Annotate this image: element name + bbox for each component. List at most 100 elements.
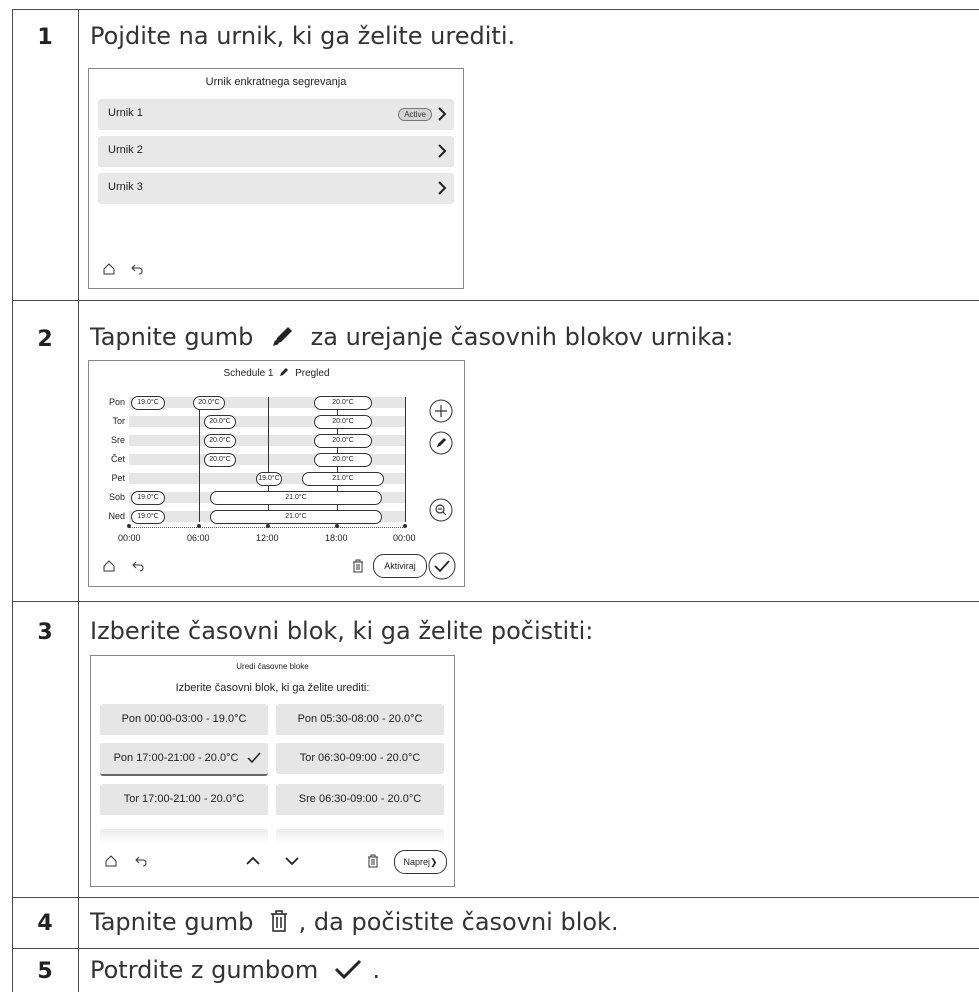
time-block-item[interactable]: Pon 00:00-03:00 - 19.0°C (100, 704, 268, 735)
step-text-after: , da počistite časovni blok. (298, 908, 619, 936)
home-icon[interactable] (102, 559, 116, 573)
zoom-icon[interactable] (429, 498, 453, 522)
time-block-item[interactable]: Sre 06:30-09:00 - 20.0°C (276, 784, 444, 815)
time-block-label: Tor 06:30-09:00 - 20.0°C (299, 752, 421, 764)
time-block[interactable]: 20.0°C (204, 434, 236, 448)
step-text-after: za urejanje časovnih blokov urnika: (310, 323, 734, 351)
time-block[interactable]: 20.0°C (193, 396, 225, 410)
day-label: Pon (108, 397, 125, 407)
time-block-item-partial (276, 829, 444, 843)
time-block[interactable]: 21.0°C (302, 472, 384, 486)
check-icon (334, 959, 361, 980)
time-axis-label: 06:00 (187, 533, 210, 543)
time-block[interactable]: 20.0°C (314, 415, 372, 429)
time-block[interactable]: 21.0°C (210, 510, 382, 524)
back-icon[interactable] (134, 855, 148, 867)
list-item-urnik-2[interactable]: Urnik 2 (98, 136, 454, 167)
time-block-label: Pon 00:00-03:00 - 19.0°C (121, 713, 247, 725)
screen-title: Urnik enkratnega segrevanja (205, 76, 347, 88)
time-axis-label: 18:00 (325, 533, 348, 543)
time-block-label: Pon 17:00-21:00 - 20.0°C (113, 752, 239, 764)
day-label: Čet (110, 454, 125, 464)
chevron-right-icon: ❯ (429, 857, 438, 867)
screen-subtitle: Izberite časovni blok, ki ga želite ured… (175, 682, 370, 694)
time-block-item[interactable]: Pon 05:30-08:00 - 20.0°C (276, 704, 444, 735)
row-divider (12, 601, 979, 602)
time-block-item-partial (100, 829, 268, 843)
time-block-item-selected[interactable]: Pon 17:00-21:00 - 20.0°C (100, 743, 268, 776)
plus-icon[interactable] (429, 399, 453, 423)
trash-icon[interactable] (367, 854, 379, 868)
instruction-table: 1 Pojdite na urnik, ki ga želite urediti… (0, 0, 979, 992)
check-icon (247, 752, 261, 764)
time-block-label: Tor 17:00-21:00 - 20.0°C (123, 793, 245, 805)
step-text: Tapnite gumb , da počistite časovni blok… (90, 908, 619, 936)
table-border-top (12, 9, 979, 10)
time-block[interactable]: 20.0°C (204, 415, 236, 429)
list-item-urnik-1[interactable]: Urnik 1 Active (98, 99, 454, 130)
chevron-down-icon[interactable] (284, 856, 300, 866)
pencil-icon[interactable] (429, 431, 453, 455)
chevron-up-icon[interactable] (245, 856, 261, 866)
next-button-label: Naprej (403, 857, 430, 867)
time-block-label: Sre 06:30-09:00 - 20.0°C (298, 793, 422, 805)
trash-icon[interactable] (352, 559, 364, 573)
step-number: 3 (37, 620, 53, 645)
chevron-right-icon (438, 107, 447, 121)
time-block[interactable]: 20.0°C (204, 453, 236, 467)
pencil-icon (273, 327, 293, 346)
step-text: Potrdite z gumbom . (90, 956, 380, 984)
step-number: 4 (37, 911, 53, 936)
status-badge: Active (398, 108, 432, 121)
time-block[interactable]: 19.0°C (256, 472, 282, 486)
next-button[interactable]: Naprej❯ (394, 850, 447, 874)
time-block[interactable]: 21.0°C (210, 491, 382, 505)
back-icon[interactable] (131, 560, 145, 572)
list-item-label: Urnik 2 (108, 144, 143, 156)
check-icon[interactable] (428, 552, 456, 580)
time-block-item[interactable]: Tor 06:30-09:00 - 20.0°C (276, 743, 444, 774)
step-text: Pojdite na urnik, ki ga želite urediti. (90, 22, 516, 50)
step-text: Tapnite gumb za urejanje časovnih blokov… (90, 323, 734, 351)
row-divider (12, 300, 979, 301)
step-text-before: Potrdite z gumbom (90, 956, 319, 984)
day-label: Tor (112, 416, 125, 426)
screen-schedule-overview: Schedule 1 Pregled Pon Tor Sre Čet Pet S… (88, 360, 465, 587)
time-block-label: Pon 05:30-08:00 - 20.0°C (297, 713, 423, 725)
home-icon[interactable] (104, 854, 118, 868)
table-border-left (12, 9, 13, 992)
time-axis-label: 00:00 (118, 533, 141, 543)
step-text: Izberite časovni blok, ki ga želite poči… (90, 617, 594, 645)
time-axis-label: 12:00 (256, 533, 279, 543)
step-text-after: . (372, 956, 381, 984)
activate-button[interactable]: Aktiviraj (373, 554, 427, 578)
home-icon[interactable] (102, 262, 116, 276)
time-block[interactable]: 20.0°C (314, 434, 372, 448)
screen-edit-blocks: Uredi časovne bloke Izberite časovni blo… (90, 655, 455, 887)
chevron-right-icon (438, 144, 447, 158)
chevron-right-icon (438, 181, 447, 195)
day-label: Ned (108, 511, 125, 521)
time-block-item[interactable]: Tor 17:00-21:00 - 20.0°C (100, 784, 268, 815)
time-axis-label: 00:00 (393, 533, 416, 543)
row-divider (12, 948, 979, 949)
time-block[interactable]: 19.0°C (131, 510, 165, 524)
step-number: 5 (37, 959, 53, 984)
screen-title: Uredi časovne bloke (236, 662, 309, 671)
list-item-urnik-3[interactable]: Urnik 3 (98, 173, 454, 204)
step-text-before: Tapnite gumb (90, 908, 254, 936)
day-label: Sob (108, 492, 125, 502)
column-divider (78, 9, 79, 992)
trash-icon (271, 910, 288, 932)
step-number: 1 (37, 25, 53, 50)
day-label: Pet (111, 473, 125, 483)
day-label: Sre (110, 435, 125, 445)
time-block[interactable]: 19.0°C (131, 491, 165, 505)
back-icon[interactable] (130, 263, 144, 275)
step-number: 2 (37, 327, 53, 352)
time-block[interactable]: 20.0°C (314, 453, 372, 467)
row-divider (12, 897, 979, 898)
screen-schedule-list: Urnik enkratnega segrevanja Urnik 1 Acti… (88, 68, 464, 289)
time-block[interactable]: 20.0°C (314, 396, 372, 410)
time-block[interactable]: 19.0°C (131, 396, 165, 410)
